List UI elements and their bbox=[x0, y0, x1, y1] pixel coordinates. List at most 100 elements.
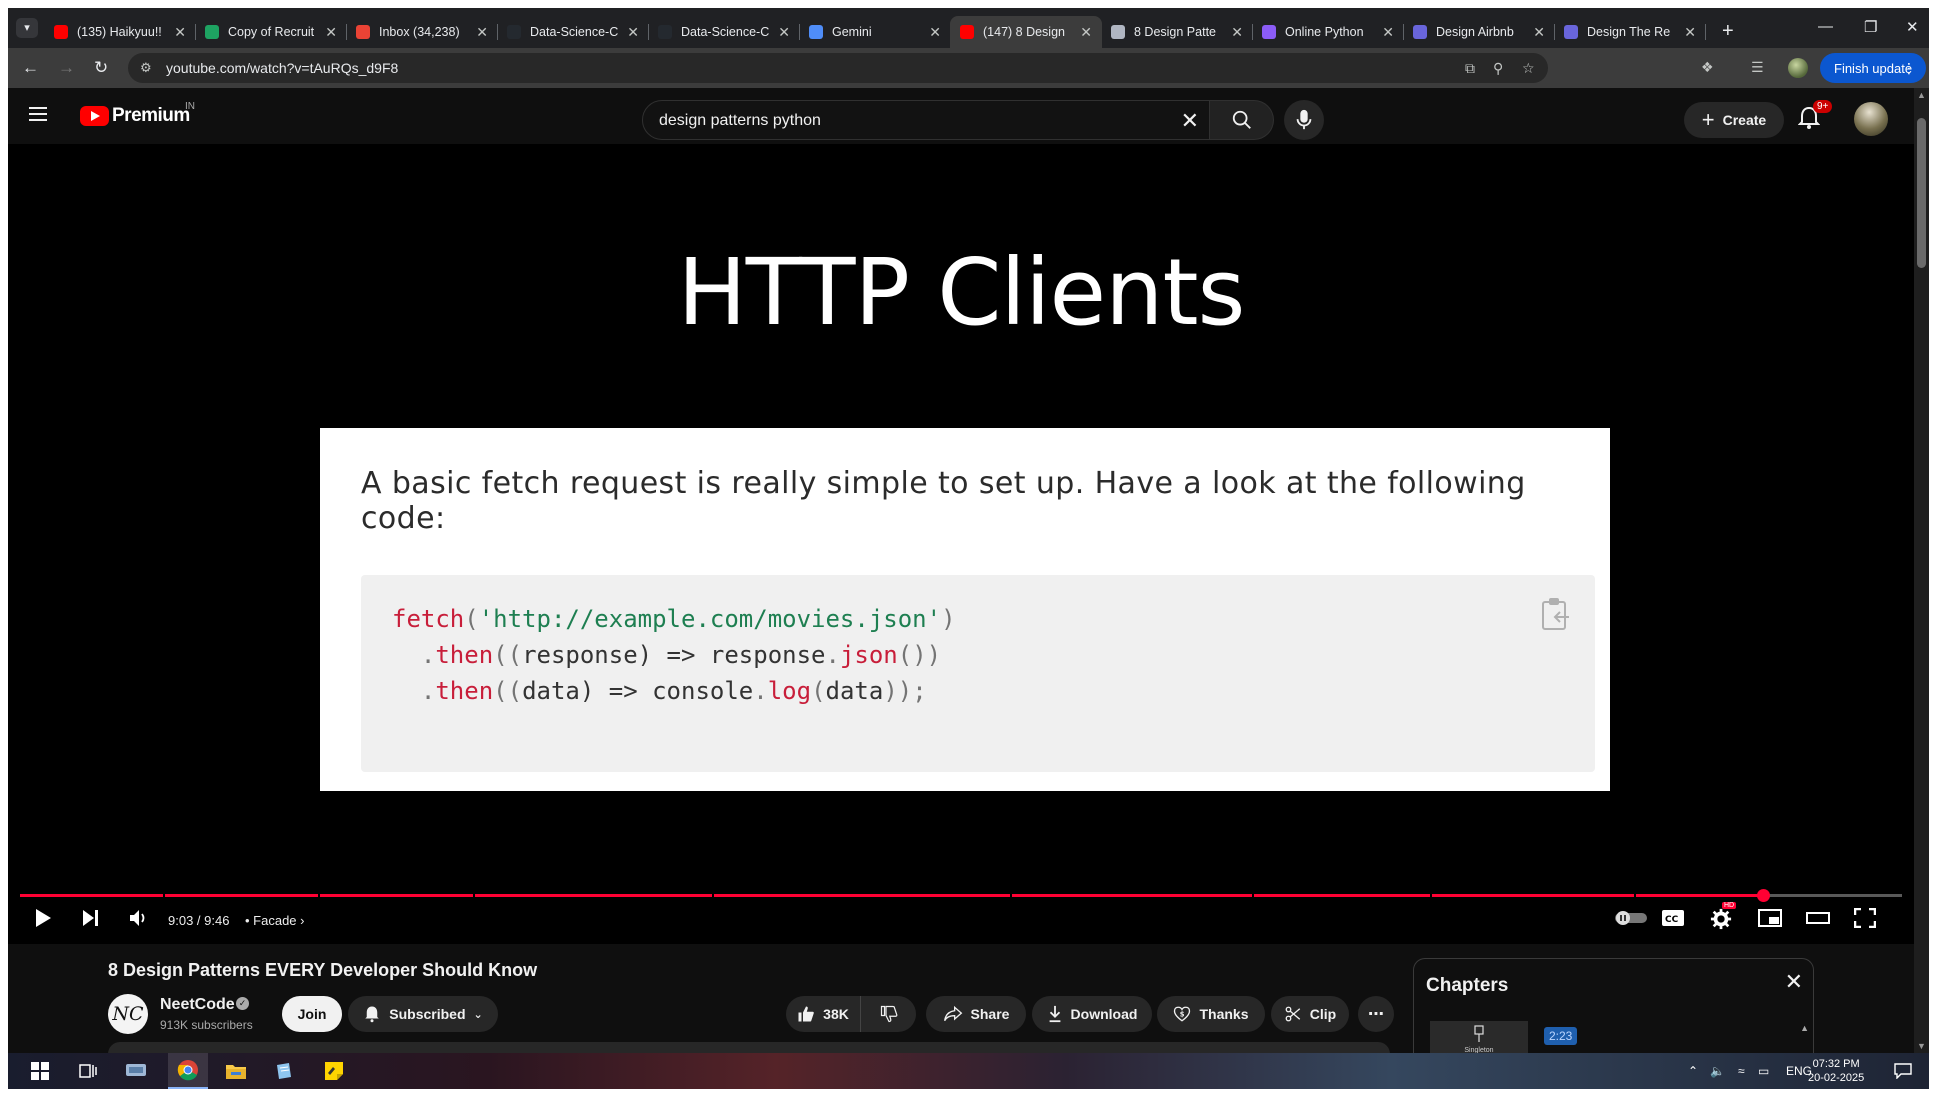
browser-tab[interactable]: Design The Re ✕ bbox=[1554, 16, 1706, 48]
speaker-icon[interactable]: 🔈 bbox=[1710, 1064, 1725, 1078]
clip-button[interactable]: Clip bbox=[1271, 996, 1349, 1032]
finish-update-button[interactable]: Finish update ⋮ bbox=[1820, 53, 1926, 83]
settings-gear-icon[interactable] bbox=[1710, 908, 1732, 930]
browser-tab[interactable]: Data-Science-C ✕ bbox=[497, 16, 649, 48]
page-scrollbar[interactable]: ▲ ▼ bbox=[1914, 88, 1929, 1053]
battery-icon[interactable]: ▭ bbox=[1758, 1064, 1769, 1078]
reading-list-icon[interactable]: ☰ bbox=[1751, 59, 1764, 76]
captions-icon[interactable]: CC bbox=[1661, 908, 1685, 928]
show-hidden-icons-icon[interactable]: ⌃ bbox=[1688, 1064, 1698, 1078]
taskbar-app[interactable] bbox=[116, 1053, 156, 1089]
scrubber-handle[interactable] bbox=[1756, 889, 1770, 902]
volume-icon[interactable] bbox=[128, 908, 148, 928]
menu-icon[interactable] bbox=[29, 107, 47, 121]
scrollbar-thumb[interactable] bbox=[1917, 118, 1926, 268]
bookmark-star-icon[interactable]: ☆ bbox=[1522, 60, 1535, 77]
clear-search-icon[interactable]: ✕ bbox=[1181, 108, 1199, 134]
install-app-icon[interactable]: ⧉ bbox=[1465, 60, 1475, 77]
site-info-icon[interactable]: ⚙ bbox=[140, 60, 152, 76]
channel-avatar[interactable]: NC bbox=[108, 994, 148, 1034]
browser-tab[interactable]: Gemini ✕ bbox=[799, 16, 951, 48]
more-actions-button[interactable]: ⋯ bbox=[1358, 996, 1394, 1032]
miniplayer-icon[interactable] bbox=[1758, 908, 1782, 928]
youtube-play-logo-icon bbox=[80, 106, 109, 126]
new-tab-plus-icon[interactable]: + bbox=[1722, 20, 1734, 43]
excalidraw-icon bbox=[1564, 25, 1578, 39]
browser-tab[interactable]: 8 Design Patte ✕ bbox=[1101, 16, 1253, 48]
close-tab-icon[interactable]: ✕ bbox=[1533, 24, 1545, 41]
progress-bar[interactable] bbox=[20, 889, 1902, 902]
join-button[interactable]: Join bbox=[282, 996, 342, 1032]
profile-avatar[interactable] bbox=[1788, 58, 1808, 78]
minimize-icon[interactable]: — bbox=[1818, 18, 1833, 35]
browser-tab[interactable]: (147) 8 Design ✕ bbox=[950, 16, 1102, 48]
close-tab-icon[interactable]: ✕ bbox=[929, 24, 941, 41]
chapters-panel: Chapters ✕ Singleton 2:23 ▲ bbox=[1413, 958, 1814, 1058]
close-tab-icon[interactable]: ✕ bbox=[778, 24, 790, 41]
voice-search-button[interactable] bbox=[1284, 100, 1324, 140]
taskbar-app[interactable] bbox=[264, 1053, 304, 1089]
back-arrow-icon[interactable]: ← bbox=[22, 58, 39, 78]
autoplay-toggle-icon[interactable] bbox=[1614, 910, 1648, 926]
youtube-premium-logo[interactable]: Premium bbox=[80, 105, 190, 127]
create-button[interactable]: + Create bbox=[1684, 102, 1784, 138]
browser-tab[interactable]: (135) Haikyuu!! ✕ bbox=[44, 16, 196, 48]
start-button[interactable] bbox=[20, 1053, 60, 1089]
video-player[interactable]: HTTP Clients A basic fetch request is re… bbox=[8, 144, 1914, 944]
wifi-icon[interactable]: ≈ bbox=[1738, 1064, 1745, 1078]
close-tab-icon[interactable]: ✕ bbox=[1684, 24, 1696, 41]
extensions-icon[interactable]: ❖ bbox=[1701, 59, 1714, 76]
chapter-timestamp[interactable]: 2:23 bbox=[1544, 1027, 1578, 1045]
reload-icon[interactable]: ↻ bbox=[94, 58, 108, 78]
browser-tab[interactable]: Data-Science-C ✕ bbox=[648, 16, 800, 48]
dislike-button[interactable] bbox=[860, 996, 916, 1032]
tab-search-chevron-icon[interactable]: ▾ bbox=[16, 18, 38, 38]
scroll-up-icon[interactable]: ▲ bbox=[1800, 1023, 1809, 1033]
notifications-center-icon[interactable] bbox=[1894, 1063, 1912, 1079]
zoom-icon[interactable]: ⚲ bbox=[1493, 60, 1503, 77]
close-tab-icon[interactable]: ✕ bbox=[627, 24, 639, 41]
like-button[interactable]: 38K bbox=[786, 996, 860, 1032]
browser-tab[interactable]: Copy of Recruit ✕ bbox=[195, 16, 347, 48]
video-title: 8 Design Patterns EVERY Developer Should… bbox=[108, 960, 538, 980]
channel-name[interactable]: NeetCode bbox=[160, 996, 235, 1014]
close-tab-icon[interactable]: ✕ bbox=[1382, 24, 1394, 41]
scroll-down-icon[interactable]: ▼ bbox=[1917, 1041, 1926, 1051]
taskbar-chrome[interactable] bbox=[168, 1053, 208, 1089]
close-tab-icon[interactable]: ✕ bbox=[476, 24, 488, 41]
browser-tab[interactable]: Online Python ✕ bbox=[1252, 16, 1404, 48]
search-query[interactable]: design patterns python bbox=[659, 112, 821, 130]
next-video-icon[interactable] bbox=[82, 908, 100, 928]
clipboard-copy-icon bbox=[1542, 598, 1569, 630]
search-input[interactable]: design patterns python ✕ bbox=[642, 100, 1210, 140]
subscribed-button[interactable]: Subscribed ⌄ bbox=[348, 996, 498, 1032]
share-button[interactable]: Share bbox=[926, 996, 1026, 1032]
close-tab-icon[interactable]: ✕ bbox=[325, 24, 337, 41]
close-chapters-icon[interactable]: ✕ bbox=[1785, 969, 1803, 995]
close-tab-icon[interactable]: ✕ bbox=[1080, 24, 1092, 41]
theater-mode-icon[interactable] bbox=[1806, 908, 1830, 928]
task-view-button[interactable] bbox=[68, 1053, 108, 1089]
play-icon[interactable] bbox=[34, 908, 52, 928]
address-bar[interactable]: ⚙ youtube.com/watch?v=tAuRQs_d9F8 ⧉ ⚲ ☆ bbox=[128, 53, 1548, 83]
task-view-icon bbox=[79, 1064, 97, 1078]
taskbar-sticky-notes[interactable] bbox=[314, 1053, 354, 1089]
forward-arrow-icon[interactable]: → bbox=[58, 58, 75, 78]
close-window-icon[interactable]: ✕ bbox=[1906, 18, 1919, 36]
account-avatar[interactable] bbox=[1854, 102, 1888, 136]
browser-tab[interactable]: Inbox (34,238) ✕ bbox=[346, 16, 498, 48]
restore-icon[interactable]: ❐ bbox=[1864, 18, 1877, 36]
scroll-up-icon[interactable]: ▲ bbox=[1917, 90, 1926, 100]
more-vert-icon[interactable]: ⋮ bbox=[1902, 60, 1916, 77]
search-button[interactable] bbox=[1210, 100, 1274, 140]
taskbar-clock[interactable]: 07:32 PM 20-02-2025 bbox=[1808, 1057, 1864, 1085]
close-tab-icon[interactable]: ✕ bbox=[1231, 24, 1243, 41]
current-chapter-button[interactable]: • Facade › bbox=[245, 913, 305, 928]
thanks-button[interactable]: $ Thanks bbox=[1157, 996, 1265, 1032]
fullscreen-icon[interactable] bbox=[1854, 908, 1876, 928]
browser-tab[interactable]: Design Airbnb ✕ bbox=[1403, 16, 1555, 48]
taskbar-file-explorer[interactable] bbox=[216, 1053, 256, 1089]
url-text[interactable]: youtube.com/watch?v=tAuRQs_d9F8 bbox=[166, 60, 398, 76]
download-button[interactable]: Download bbox=[1032, 996, 1152, 1032]
close-tab-icon[interactable]: ✕ bbox=[174, 24, 186, 41]
